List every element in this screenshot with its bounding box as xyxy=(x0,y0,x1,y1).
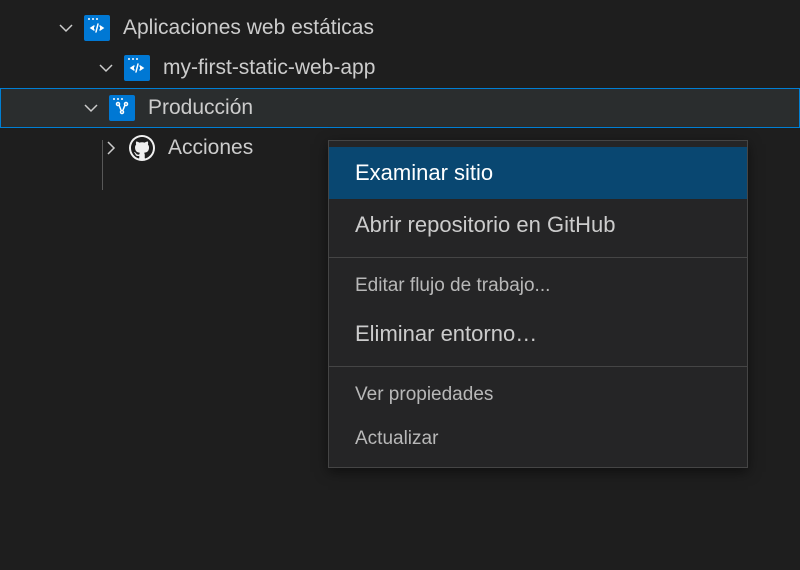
menu-item-label: Actualizar xyxy=(355,428,438,450)
menu-item-label: Editar flujo de trabajo... xyxy=(355,275,550,297)
tree-indent-guide xyxy=(102,140,103,190)
context-menu: Examinar sitio Abrir repositorio en GitH… xyxy=(328,140,748,468)
chevron-down-icon xyxy=(95,57,117,79)
static-web-app-icon xyxy=(123,54,151,82)
chevron-down-icon xyxy=(80,97,102,119)
tree-item-label: my-first-static-web-app xyxy=(163,56,800,80)
menu-item-delete-environment[interactable]: Eliminar entorno… xyxy=(329,308,747,360)
chevron-right-icon xyxy=(100,137,122,159)
menu-item-label: Eliminar entorno… xyxy=(355,321,537,347)
menu-separator xyxy=(329,366,747,367)
tree-item-label: Producción xyxy=(148,96,800,120)
menu-item-edit-workflow[interactable]: Editar flujo de trabajo... xyxy=(329,264,747,308)
menu-item-label: Ver propiedades xyxy=(355,384,493,406)
menu-item-refresh[interactable]: Actualizar xyxy=(329,417,747,461)
menu-item-label: Examinar sitio xyxy=(355,160,493,186)
menu-separator xyxy=(329,257,747,258)
chevron-down-icon xyxy=(55,17,77,39)
menu-item-view-properties[interactable]: Ver propiedades xyxy=(329,373,747,417)
tree-item-label: Aplicaciones web estáticas xyxy=(123,16,800,40)
tree-item-static-web-apps[interactable]: Aplicaciones web estáticas xyxy=(0,8,800,48)
tree-item-app[interactable]: my-first-static-web-app xyxy=(0,48,800,88)
github-icon xyxy=(128,134,156,162)
menu-item-browse-site[interactable]: Examinar sitio xyxy=(329,147,747,199)
menu-item-label: Abrir repositorio en GitHub xyxy=(355,212,615,238)
menu-item-open-repo[interactable]: Abrir repositorio en GitHub xyxy=(329,199,747,251)
static-web-app-icon xyxy=(83,14,111,42)
environment-icon xyxy=(108,94,136,122)
tree-item-environment[interactable]: Producción xyxy=(0,88,800,128)
